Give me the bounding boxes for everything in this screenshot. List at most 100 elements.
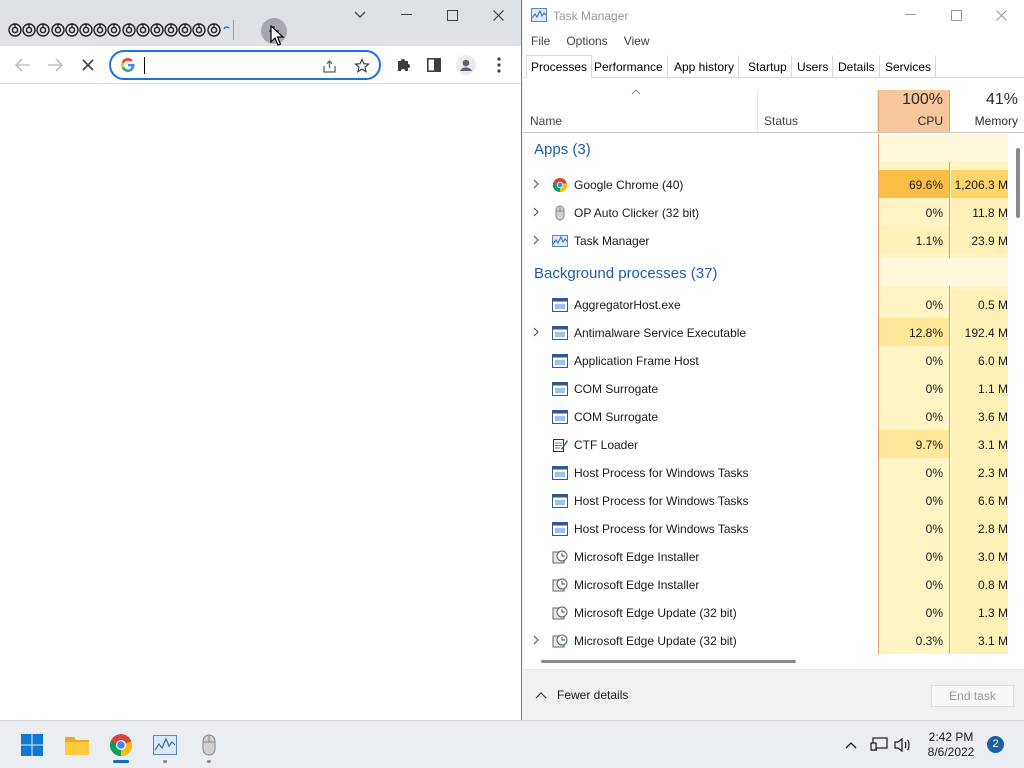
column-cpu-header[interactable]: 100% CPU <box>878 90 950 132</box>
stop-loading-button[interactable] <box>74 51 102 79</box>
end-task-button[interactable]: End task <box>931 685 1014 707</box>
tab-favicon-icon[interactable] <box>150 23 164 37</box>
extensions-button[interactable] <box>389 51 417 79</box>
process-cpu: 0% <box>879 570 949 598</box>
tab-favicon-icon[interactable] <box>121 23 136 37</box>
share-button[interactable] <box>319 55 341 77</box>
tab-users[interactable]: Users <box>792 55 834 78</box>
process-row[interactable]: Microsoft Edge Installer 0% 3.0 M <box>523 542 1008 570</box>
chevron-right-icon[interactable] <box>532 326 540 338</box>
tab-favicon-icon[interactable] <box>22 23 36 37</box>
maximize-button[interactable] <box>933 0 979 30</box>
show-hidden-icons-button[interactable] <box>841 735 861 755</box>
tab-favicon-icon[interactable] <box>93 23 107 37</box>
profile-button[interactable] <box>452 51 480 79</box>
tab-services[interactable]: Services <box>880 55 937 78</box>
column-memory-header[interactable]: 41% Memory <box>950 90 1024 132</box>
column-name-header[interactable]: Name <box>530 114 562 128</box>
process-cpu: 0% <box>879 486 949 514</box>
process-row[interactable]: Google Chrome (40) 69.6% 1,206.3 M <box>523 170 1008 198</box>
process-memory: 23.9 M <box>951 226 1008 254</box>
menu-options[interactable]: Options <box>558 32 615 52</box>
tab-favicon-icon[interactable] <box>206 23 221 37</box>
notification-badge[interactable]: 2 <box>987 736 1004 753</box>
process-row[interactable]: CTF Loader 9.7% 3.1 M <box>523 430 1008 458</box>
process-row[interactable]: Microsoft Edge Update (32 bit) 0.3% 3.1 M <box>523 626 1008 654</box>
process-row[interactable]: AggregatorHost.exe 0% 0.5 M <box>523 290 1008 318</box>
back-button[interactable] <box>9 51 37 79</box>
network-button[interactable] <box>869 735 889 755</box>
tab-favicon-icon[interactable] <box>36 23 51 37</box>
process-row[interactable]: Host Process for Windows Tasks 0% 2.3 M <box>523 458 1008 486</box>
process-row[interactable]: COM Surrogate 0% 3.6 M <box>523 402 1008 430</box>
process-memory: 1.3 M <box>951 598 1008 626</box>
tab-favicon-icon[interactable] <box>8 23 22 37</box>
horizontal-scrollbar[interactable] <box>523 654 1013 668</box>
fewer-details-button[interactable]: Fewer details <box>535 688 628 702</box>
tab-favicon-icon[interactable] <box>65 23 79 37</box>
tab-favicon-icon[interactable] <box>192 23 207 37</box>
tab-performance[interactable]: Performance <box>589 55 668 78</box>
close-button[interactable] <box>978 0 1024 30</box>
scroll-thumb[interactable] <box>541 660 796 663</box>
volume-button[interactable] <box>893 735 913 755</box>
auto-clicker-taskbar-button[interactable] <box>191 727 227 763</box>
tab-favicon-icon[interactable] <box>135 23 150 37</box>
process-cpu: 0% <box>879 374 949 402</box>
bookmark-button[interactable] <box>351 55 373 77</box>
chevron-right-icon[interactable] <box>532 178 540 190</box>
chrome-tab-group[interactable] <box>8 20 231 40</box>
side-panel-button[interactable] <box>420 51 448 79</box>
group-row-shade <box>879 134 1008 162</box>
task-manager-titlebar[interactable]: Task Manager <box>523 0 1024 32</box>
tab-search-button[interactable] <box>337 0 383 30</box>
process-row[interactable]: OP Auto Clicker (32 bit) 0% 11.8 M <box>523 198 1008 226</box>
blank-page-content <box>0 85 521 720</box>
process-memory: 3.1 M <box>951 626 1008 654</box>
tab-favicon-icon[interactable] <box>50 23 65 37</box>
process-row[interactable]: Host Process for Windows Tasks 0% 2.8 M <box>523 514 1008 542</box>
address-input[interactable] <box>143 55 313 75</box>
address-bar[interactable] <box>109 50 381 80</box>
scroll-thumb[interactable] <box>1016 148 1020 218</box>
column-status-header[interactable]: Status <box>764 114 798 128</box>
chrome-taskbar-button[interactable] <box>103 727 139 763</box>
process-row[interactable]: COM Surrogate 0% 1.1 M <box>523 374 1008 402</box>
start-button[interactable] <box>14 727 50 763</box>
minimize-button[interactable] <box>383 0 429 30</box>
tab-favicon-icon[interactable] <box>178 23 192 37</box>
share-icon <box>323 60 336 73</box>
process-row[interactable]: Antimalware Service Executable 12.8% 192.4… <box>523 318 1008 346</box>
menu-file[interactable]: File <box>523 32 558 52</box>
chevron-right-icon[interactable] <box>532 234 540 246</box>
tab-app-history[interactable]: App history <box>669 55 740 78</box>
menu-view[interactable]: View <box>616 32 658 52</box>
process-row[interactable]: Task Manager 1.1% 23.9 M <box>523 226 1008 254</box>
forward-button[interactable] <box>41 51 69 79</box>
tab-favicon-icon[interactable] <box>79 23 93 37</box>
process-row[interactable]: Microsoft Edge Installer 0% 0.8 M <box>523 570 1008 598</box>
chevron-right-icon[interactable] <box>532 206 540 218</box>
tab-favicon-icon[interactable] <box>164 23 178 37</box>
tab-processes[interactable]: Processes <box>526 55 593 78</box>
window-app-icon <box>552 409 568 425</box>
taskbar-clock[interactable]: 2:42 PM 8/6/2022 <box>918 730 984 760</box>
process-row[interactable]: Application Frame Host 0% 6.0 M <box>523 346 1008 374</box>
process-row[interactable]: Microsoft Edge Update (32 bit) 0% 1.3 M <box>523 598 1008 626</box>
process-memory: 2.3 M <box>951 458 1008 486</box>
tab-details[interactable]: Details <box>833 55 880 78</box>
tab-favicon-icon[interactable] <box>107 23 122 37</box>
task-manager-taskbar-button[interactable] <box>147 727 183 763</box>
vertical-scrollbar[interactable] <box>1013 134 1024 654</box>
chevron-right-icon[interactable] <box>532 634 540 646</box>
maximize-button[interactable] <box>429 0 475 30</box>
installer-icon <box>552 577 568 593</box>
process-cpu: 9.7% <box>879 430 949 458</box>
minimize-button[interactable] <box>887 0 933 30</box>
process-row[interactable]: Host Process for Windows Tasks 0% 6.6 M <box>523 486 1008 514</box>
close-button[interactable] <box>475 0 521 30</box>
column-header-row: Name Status 100% CPU 41% Memory <box>523 88 1024 133</box>
tab-startup[interactable]: Startup <box>743 55 792 78</box>
file-explorer-button[interactable] <box>59 727 95 763</box>
chrome-menu-button[interactable] <box>485 51 513 79</box>
